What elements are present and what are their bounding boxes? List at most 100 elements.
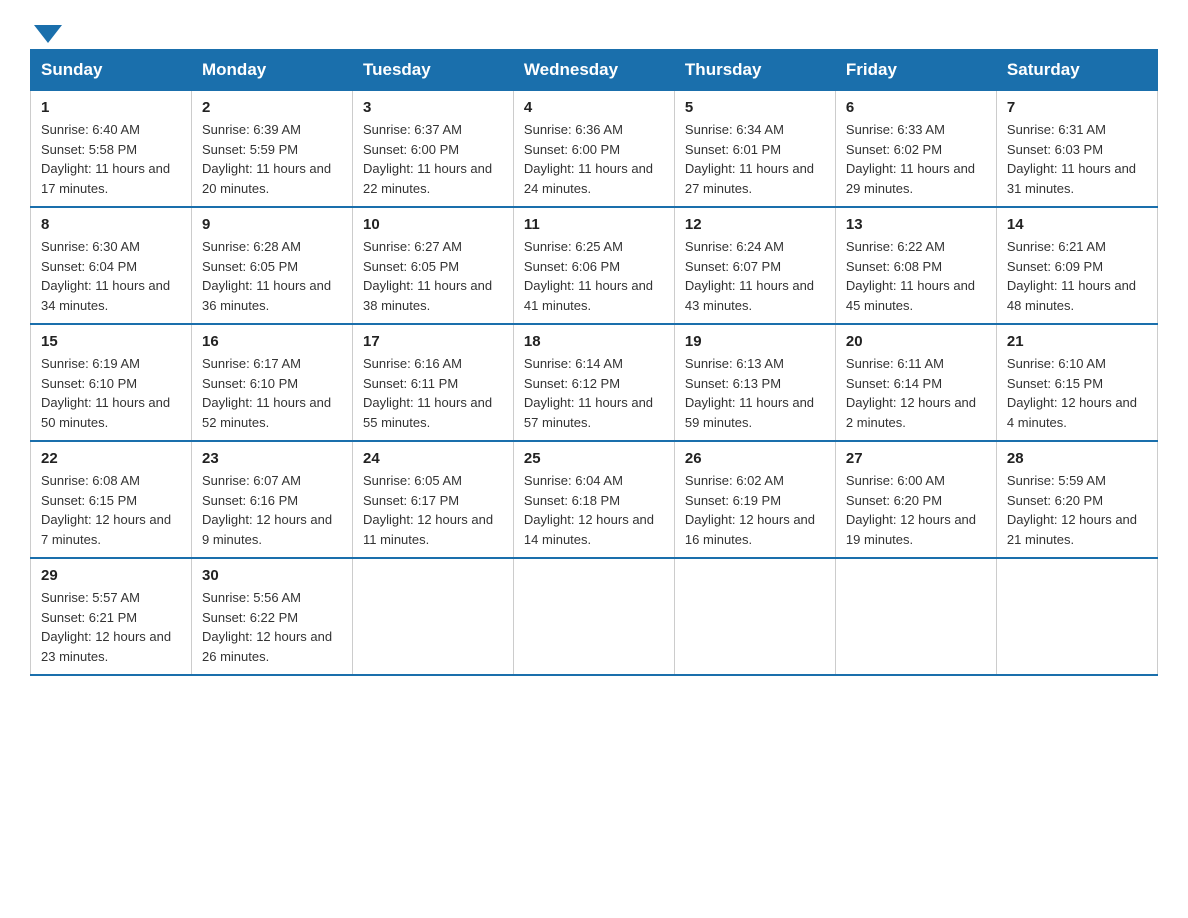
day-info: Sunrise: 6:31 AMSunset: 6:03 PMDaylight:…: [1007, 120, 1147, 198]
day-info: Sunrise: 5:56 AMSunset: 6:22 PMDaylight:…: [202, 588, 342, 666]
day-info: Sunrise: 6:22 AMSunset: 6:08 PMDaylight:…: [846, 237, 986, 315]
day-number: 13: [846, 216, 986, 233]
day-info: Sunrise: 6:37 AMSunset: 6:00 PMDaylight:…: [363, 120, 503, 198]
day-cell: 9Sunrise: 6:28 AMSunset: 6:05 PMDaylight…: [192, 207, 353, 324]
day-cell: 22 Sunrise: 6:08 AMSunset: 6:15 PMDayligh…: [31, 441, 192, 558]
day-cell: 10 Sunrise: 6:27 AMSunset: 6:05 PMDayligh…: [353, 207, 514, 324]
day-number: 8: [41, 216, 181, 233]
day-info: Sunrise: 6:25 AMSunset: 6:06 PMDaylight:…: [524, 237, 664, 315]
day-info: Sunrise: 6:07 AMSunset: 6:16 PMDaylight:…: [202, 471, 342, 549]
day-number: 28: [1007, 450, 1147, 467]
day-info: Sunrise: 6:17 AMSunset: 6:10 PMDaylight:…: [202, 354, 342, 432]
day-info: Sunrise: 6:33 AMSunset: 6:02 PMDaylight:…: [846, 120, 986, 198]
day-cell: 23 Sunrise: 6:07 AMSunset: 6:16 PMDayligh…: [192, 441, 353, 558]
day-info: Sunrise: 6:30 AMSunset: 6:04 PMDaylight:…: [41, 237, 181, 315]
day-info: Sunrise: 6:40 AMSunset: 5:58 PMDaylight:…: [41, 120, 181, 198]
day-number: 24: [363, 450, 503, 467]
day-info: Sunrise: 5:59 AMSunset: 6:20 PMDaylight:…: [1007, 471, 1147, 549]
day-number: 12: [685, 216, 825, 233]
logo-blue-part: [30, 25, 62, 41]
week-row-3: 15Sunrise: 6:19 AMSunset: 6:10 PMDayligh…: [31, 324, 1158, 441]
day-number: 21: [1007, 333, 1147, 350]
day-header-row: SundayMondayTuesdayWednesdayThursdayFrid…: [31, 50, 1158, 91]
day-cell: 12 Sunrise: 6:24 AMSunset: 6:07 PMDayligh…: [674, 207, 835, 324]
day-number: 14: [1007, 216, 1147, 233]
day-number: 25: [524, 450, 664, 467]
day-number: 19: [685, 333, 825, 350]
day-info: Sunrise: 6:34 AMSunset: 6:01 PMDaylight:…: [685, 120, 825, 198]
day-cell: 25 Sunrise: 6:04 AMSunset: 6:18 PMDayligh…: [513, 441, 674, 558]
day-cell: 19 Sunrise: 6:13 AMSunset: 6:13 PMDayligh…: [674, 324, 835, 441]
day-number: 26: [685, 450, 825, 467]
day-cell: 14 Sunrise: 6:21 AMSunset: 6:09 PMDayligh…: [996, 207, 1157, 324]
day-header-tuesday: Tuesday: [353, 50, 514, 91]
day-number: 2: [202, 99, 342, 116]
day-cell: 17 Sunrise: 6:16 AMSunset: 6:11 PMDayligh…: [353, 324, 514, 441]
day-info: Sunrise: 6:04 AMSunset: 6:18 PMDaylight:…: [524, 471, 664, 549]
day-info: Sunrise: 6:08 AMSunset: 6:15 PMDaylight:…: [41, 471, 181, 549]
day-header-wednesday: Wednesday: [513, 50, 674, 91]
day-cell: [513, 558, 674, 675]
day-cell: 26Sunrise: 6:02 AMSunset: 6:19 PMDayligh…: [674, 441, 835, 558]
day-number: 15: [41, 333, 181, 350]
day-number: 10: [363, 216, 503, 233]
day-cell: [835, 558, 996, 675]
week-row-4: 22 Sunrise: 6:08 AMSunset: 6:15 PMDayligh…: [31, 441, 1158, 558]
day-cell: 7 Sunrise: 6:31 AMSunset: 6:03 PMDaylight…: [996, 91, 1157, 208]
day-cell: [996, 558, 1157, 675]
day-info: Sunrise: 6:27 AMSunset: 6:05 PMDaylight:…: [363, 237, 503, 315]
day-number: 29: [41, 567, 181, 584]
day-number: 6: [846, 99, 986, 116]
day-number: 30: [202, 567, 342, 584]
day-cell: 28 Sunrise: 5:59 AMSunset: 6:20 PMDayligh…: [996, 441, 1157, 558]
day-info: Sunrise: 6:36 AMSunset: 6:00 PMDaylight:…: [524, 120, 664, 198]
day-number: 23: [202, 450, 342, 467]
day-number: 3: [363, 99, 503, 116]
day-cell: 21 Sunrise: 6:10 AMSunset: 6:15 PMDayligh…: [996, 324, 1157, 441]
day-cell: 27Sunrise: 6:00 AMSunset: 6:20 PMDayligh…: [835, 441, 996, 558]
day-info: Sunrise: 6:28 AMSunset: 6:05 PMDaylight:…: [202, 237, 342, 315]
day-info: Sunrise: 6:24 AMSunset: 6:07 PMDaylight:…: [685, 237, 825, 315]
day-cell: 16Sunrise: 6:17 AMSunset: 6:10 PMDayligh…: [192, 324, 353, 441]
day-info: Sunrise: 6:39 AMSunset: 5:59 PMDaylight:…: [202, 120, 342, 198]
week-row-5: 29Sunrise: 5:57 AMSunset: 6:21 PMDayligh…: [31, 558, 1158, 675]
day-header-friday: Friday: [835, 50, 996, 91]
header: [30, 20, 1158, 39]
day-info: Sunrise: 6:10 AMSunset: 6:15 PMDaylight:…: [1007, 354, 1147, 432]
day-cell: 20Sunrise: 6:11 AMSunset: 6:14 PMDayligh…: [835, 324, 996, 441]
day-cell: 1 Sunrise: 6:40 AMSunset: 5:58 PMDaylight…: [31, 91, 192, 208]
day-number: 5: [685, 99, 825, 116]
day-number: 7: [1007, 99, 1147, 116]
day-cell: 15Sunrise: 6:19 AMSunset: 6:10 PMDayligh…: [31, 324, 192, 441]
day-cell: 8 Sunrise: 6:30 AMSunset: 6:04 PMDaylight…: [31, 207, 192, 324]
day-cell: 30 Sunrise: 5:56 AMSunset: 6:22 PMDayligh…: [192, 558, 353, 675]
week-row-2: 8 Sunrise: 6:30 AMSunset: 6:04 PMDaylight…: [31, 207, 1158, 324]
calendar-table: SundayMondayTuesdayWednesdayThursdayFrid…: [30, 49, 1158, 676]
day-number: 11: [524, 216, 664, 233]
day-cell: 29Sunrise: 5:57 AMSunset: 6:21 PMDayligh…: [31, 558, 192, 675]
day-cell: 24 Sunrise: 6:05 AMSunset: 6:17 PMDayligh…: [353, 441, 514, 558]
day-info: Sunrise: 6:11 AMSunset: 6:14 PMDaylight:…: [846, 354, 986, 432]
day-cell: 2 Sunrise: 6:39 AMSunset: 5:59 PMDaylight…: [192, 91, 353, 208]
day-number: 27: [846, 450, 986, 467]
day-number: 22: [41, 450, 181, 467]
day-info: Sunrise: 6:05 AMSunset: 6:17 PMDaylight:…: [363, 471, 503, 549]
day-number: 17: [363, 333, 503, 350]
day-header-sunday: Sunday: [31, 50, 192, 91]
day-number: 4: [524, 99, 664, 116]
day-number: 1: [41, 99, 181, 116]
day-info: Sunrise: 6:21 AMSunset: 6:09 PMDaylight:…: [1007, 237, 1147, 315]
day-header-saturday: Saturday: [996, 50, 1157, 91]
day-header-thursday: Thursday: [674, 50, 835, 91]
day-cell: 18Sunrise: 6:14 AMSunset: 6:12 PMDayligh…: [513, 324, 674, 441]
day-cell: [353, 558, 514, 675]
day-cell: 4 Sunrise: 6:36 AMSunset: 6:00 PMDaylight…: [513, 91, 674, 208]
day-info: Sunrise: 6:13 AMSunset: 6:13 PMDaylight:…: [685, 354, 825, 432]
week-row-1: 1 Sunrise: 6:40 AMSunset: 5:58 PMDaylight…: [31, 91, 1158, 208]
logo-text: [30, 25, 62, 41]
day-info: Sunrise: 6:16 AMSunset: 6:11 PMDaylight:…: [363, 354, 503, 432]
day-number: 18: [524, 333, 664, 350]
day-cell: 13 Sunrise: 6:22 AMSunset: 6:08 PMDayligh…: [835, 207, 996, 324]
day-cell: 3 Sunrise: 6:37 AMSunset: 6:00 PMDaylight…: [353, 91, 514, 208]
logo-area: [30, 20, 62, 39]
